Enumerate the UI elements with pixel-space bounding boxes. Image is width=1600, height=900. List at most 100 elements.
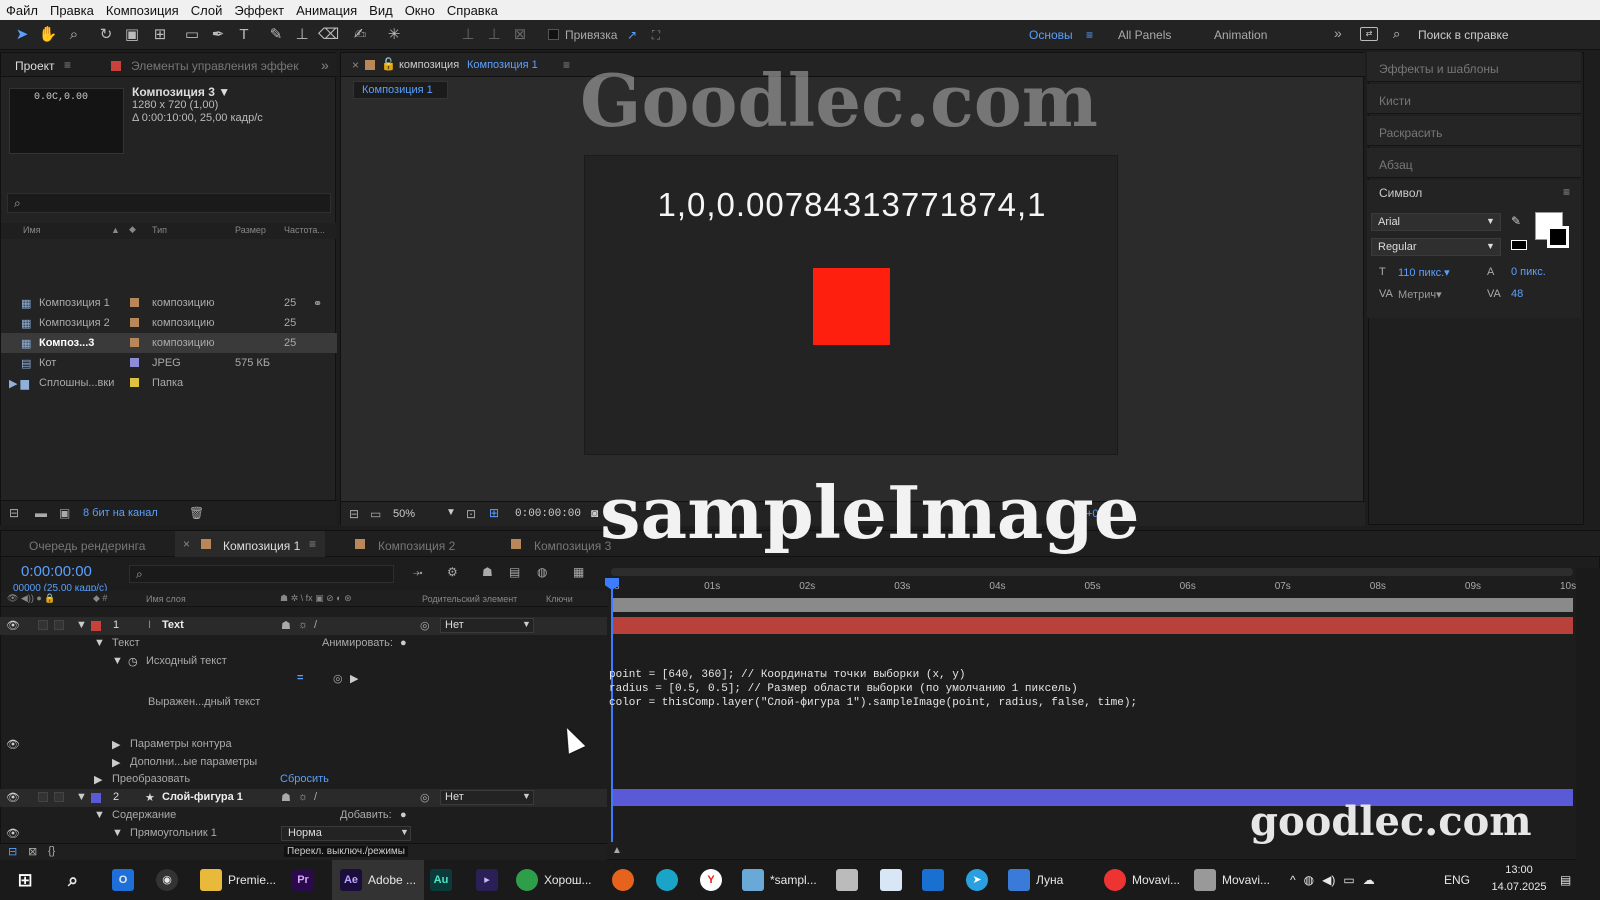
snapshot-icon[interactable]: ◙ [591,506,598,520]
label-color-swatch[interactable] [130,318,139,327]
source-text-row[interactable]: ▼ ◷ Исходный текст [0,653,607,671]
taskbar-after-effects[interactable]: Ae Adobe ... [332,860,425,900]
premiere-app[interactable]: Pr [292,860,320,900]
eraser-tool-icon[interactable]: ⌫ [318,25,339,45]
text-layer-bar[interactable] [611,617,1573,634]
stretch-icon[interactable]: {} [48,845,55,857]
shy-layers-icon[interactable]: ☗ [482,565,493,579]
graph-editor-icon[interactable]: ▦ [573,565,584,579]
contents-row[interactable]: ▼ Содержание Добавить: ● [0,807,607,825]
more-options-chevron-icon[interactable]: ▶ [112,756,120,769]
label-column-icon[interactable]: ◆ [129,224,136,235]
work-area-bar[interactable] [611,568,1573,576]
new-comp-icon[interactable]: ▣ [59,506,70,520]
clone-stamp-tool-icon[interactable]: ⊥ [292,25,312,45]
label-color-swatch[interactable] [130,358,139,367]
collapse-switch-icon[interactable]: ☼ [298,619,308,631]
label-col-icon[interactable]: ◆ # [93,593,107,604]
effects-presets-panel[interactable]: Эффекты и шаблоны [1367,52,1581,82]
label-color-swatch[interactable] [130,378,139,387]
expression-editor[interactable]: point = [640, 360]; // Координаты точки … [609,668,1137,710]
pen-tool-icon[interactable]: ✒ [208,25,228,45]
puppet-tool-icon[interactable]: ✳ [384,25,404,45]
col-layer-name[interactable]: Имя слоя [146,594,186,604]
project-search-input[interactable]: ⌕ [7,193,331,213]
taskbar-clock[interactable]: 13:00 14.07.2025 [1484,862,1554,898]
font-family-select[interactable]: Arial ▼ [1371,213,1501,231]
expression-language-icon[interactable]: ▶ [350,672,358,685]
shape-parent-pickwhip-icon[interactable]: ◎ [420,791,430,804]
text-group-row[interactable]: ▼ Текст Анимировать: ● [0,635,607,653]
stroke-color-swatch[interactable] [1547,226,1569,248]
label-color-swatch[interactable] [130,298,139,307]
shape-label-swatch[interactable] [91,793,101,803]
flowchart-icon[interactable]: ⚭ [313,297,322,310]
av-features-icon[interactable]: 👁 ◀)) ● 🔒 [7,593,56,604]
scanner-app[interactable] [836,860,864,900]
blend-mode-select[interactable]: Норма [281,826,411,841]
eyedropper-icon[interactable]: ✎ [1511,214,1521,228]
playhead[interactable] [611,578,613,842]
axis-local-icon[interactable]: ⊥ [458,25,478,45]
trash-icon[interactable]: 🗑 [189,506,204,520]
shape-shy-switch-icon[interactable]: ☗ [281,791,291,804]
start-button[interactable]: ⊞ [14,860,42,900]
rectangle-row[interactable]: 👁 ▼ Прямоугольник 1 Норма ▼ [0,825,607,843]
workspace-animation[interactable]: Animation [1214,28,1267,42]
font-style-select[interactable]: Regular ▼ [1371,238,1501,256]
animate-add-icon[interactable]: ● [400,637,407,649]
audition-app[interactable]: Au [430,860,458,900]
zoom-dropdown-icon[interactable]: ▼ [446,507,456,518]
shape-lock-switch[interactable] [54,792,64,802]
taskbar-premiere-folder[interactable]: Premie... [200,860,276,900]
solo-switch[interactable] [38,620,48,630]
tab-project[interactable]: Проект [15,59,55,73]
col-parent[interactable]: Родительский элемент [422,594,517,604]
timeline-scrollbar[interactable] [1576,568,1600,860]
taskbar-luna[interactable]: Луна [1008,860,1063,900]
close-tab-icon[interactable]: × [352,58,359,72]
source-text-chevron-icon[interactable]: ▼ [112,655,123,667]
type-tool-icon[interactable]: T [234,25,254,45]
input-language[interactable]: ENG [1444,860,1470,900]
selected-comp-name[interactable]: Композиция 3 ▼ [132,85,230,99]
path-options-chevron-icon[interactable]: ▶ [112,738,120,751]
project-item-row[interactable]: ▶ ▆ Сплошны...вки Папка [1,373,337,393]
parent-select[interactable]: Нет [440,618,534,633]
workspace-essentials[interactable]: Основы [1029,28,1073,42]
animate-label[interactable]: Анимировать: [322,637,393,649]
taskbar-search-button[interactable]: ⌕ [62,860,90,900]
layer-search-input[interactable]: ⌕ [129,565,394,583]
outlook-app[interactable]: O [112,860,140,900]
panel-overflow-icon[interactable]: » [321,57,329,73]
paragraph-panel[interactable]: Абзац [1367,148,1581,178]
layer-label-swatch[interactable] [91,621,101,631]
tab-effect-controls[interactable]: Элементы управления эффек [131,59,298,73]
project-panel-menu-icon[interactable]: ≡ [64,58,71,72]
col-type[interactable]: Тип [152,225,167,235]
rotate-tool-icon[interactable]: ↻ [96,25,116,45]
visibility-eye-icon[interactable]: 👁 [6,619,20,632]
display-icon[interactable]: ▭ [370,507,381,521]
tray-overflow[interactable]: ^ ◍ ◀) ▭ ☁ [1290,860,1383,900]
more-options-row[interactable]: ▶ Дополни...ые параметры [0,754,607,772]
reset-transform-link[interactable]: Сбросить [280,773,329,785]
layer-row-shape[interactable]: 👁 ▼ 2 ★ Слой-фигура 1 ☗ ☼ / ◎ Нет ▼ [0,789,607,807]
parent-dropdown-icon[interactable]: ▼ [522,619,531,629]
path-options-eye-icon[interactable]: 👁 [6,738,20,751]
comp-mini-flow-icon[interactable]: ⤞ [413,565,423,580]
shy-switch-icon[interactable]: ☗ [281,619,291,632]
transform-chevron-icon[interactable]: ▶ [94,773,102,786]
grid-toggle-icon[interactable]: ⊞ [489,506,499,520]
menu-help[interactable]: Справка [441,3,504,18]
rectangle-tool-icon[interactable]: ▭ [182,25,202,45]
shape-quality-switch-icon[interactable]: / [314,791,317,803]
col-name[interactable]: Имя [23,225,41,235]
timeline-menu-icon[interactable]: ≡ [309,537,316,551]
set-black-swatch[interactable] [1511,240,1527,250]
comp-flow-tab[interactable]: Композиция 1 [353,81,448,99]
frame-blending-icon[interactable]: ▤ [509,565,520,579]
bit-depth-button[interactable]: 8 бит на канал [83,507,158,519]
canvas-text-layer[interactable]: 1,0,0.00784313771874,1 [585,186,1119,224]
help-search-input[interactable]: Поиск в справке [1418,28,1509,42]
